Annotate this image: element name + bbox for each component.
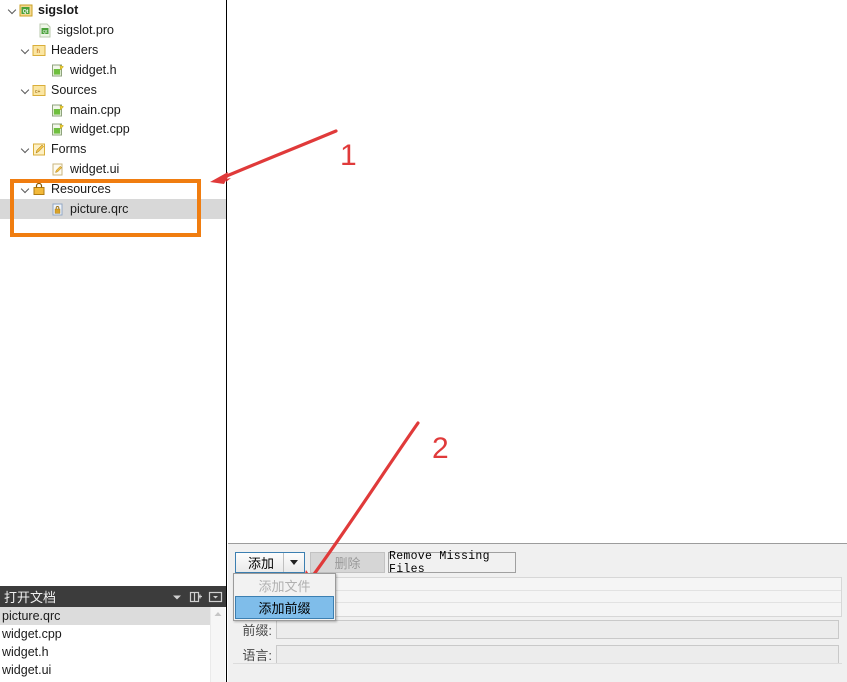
svg-text:Qt: Qt: [23, 9, 29, 15]
open-documents-scrollbar[interactable]: [210, 607, 225, 682]
tree-item-main-cpp[interactable]: main.cpp: [0, 100, 226, 120]
tree-item-headers[interactable]: h Headers: [0, 40, 226, 60]
qt-project-icon: Qt: [19, 3, 33, 18]
scroll-up-arrow-icon: [214, 612, 222, 616]
tree-item-sigslot[interactable]: Qt sigslot: [0, 0, 226, 20]
menu-item-add-prefix[interactable]: 添加前缀: [235, 596, 334, 619]
chevron-down-icon[interactable]: [6, 4, 19, 17]
menu-item-add-files: 添加文件: [258, 578, 311, 594]
resources-folder-icon: [32, 182, 46, 197]
resource-properties-form: 前缀: 语言:: [228, 618, 847, 668]
chevron-down-icon[interactable]: [19, 183, 32, 196]
svg-text:h: h: [37, 49, 40, 55]
headers-folder-icon: h: [32, 43, 46, 58]
split-pane-icon[interactable]: [188, 588, 205, 606]
add-button-label: 添加: [247, 556, 274, 571]
tree-item-picture-qrc[interactable]: picture.qrc: [0, 199, 226, 219]
chevron-down-icon[interactable]: [19, 143, 32, 156]
annotation-number-2: 2: [432, 432, 449, 465]
language-label: 语言:: [242, 647, 272, 663]
tree-item-label: Forms: [51, 141, 87, 156]
qt-pro-file-icon: Qt: [38, 23, 52, 38]
prefix-input[interactable]: [276, 619, 839, 639]
chevron-down-icon[interactable]: [284, 560, 304, 565]
tree-item-forms[interactable]: Forms: [0, 139, 226, 159]
resource-editor-bottom-strip: [233, 663, 842, 678]
editor-area: [228, 0, 847, 543]
delete-button: 删除: [310, 552, 385, 573]
tree-item-label: widget.ui: [70, 161, 120, 176]
open-documents-list[interactable]: picture.qrc widget.cpp widget.h widget.u…: [0, 607, 212, 682]
project-tree-panel[interactable]: Qt sigslot Qt sigslot.pro h Headers widg…: [0, 0, 227, 586]
tree-item-resources[interactable]: Resources: [0, 179, 226, 199]
cpp-file-icon: [51, 103, 65, 118]
tree-item-sigslot-pro[interactable]: Qt sigslot.pro: [0, 20, 226, 40]
tree-item-label: picture.qrc: [70, 201, 129, 216]
prefix-label: 前缀:: [242, 622, 272, 638]
svg-text:c+: c+: [35, 89, 41, 95]
resource-editor-toolbar: 添加 删除 Remove Missing Files: [228, 544, 847, 576]
open-documents-header: 打开文档: [0, 586, 226, 607]
tree-item-label: sigslot.pro: [57, 22, 114, 37]
cpp-file-icon: [51, 122, 65, 137]
tree-item-label: Resources: [51, 181, 111, 196]
tree-item-label: Sources: [51, 82, 97, 97]
list-item[interactable]: widget.cpp: [0, 625, 212, 643]
resource-editor-panel[interactable]: 添加 删除 Remove Missing Files 前缀: 语言: 添加文件 …: [228, 543, 847, 682]
add-button[interactable]: 添加: [235, 552, 305, 573]
tree-item-label: Headers: [51, 42, 99, 57]
list-item[interactable]: widget.ui: [0, 661, 212, 679]
tree-item-label: sigslot: [38, 2, 79, 17]
tree-item-widget-h[interactable]: widget.h: [0, 60, 226, 80]
tree-item-widget-ui[interactable]: widget.ui: [0, 159, 226, 179]
open-documents-title: 打开文档: [4, 590, 57, 605]
chevron-down-icon[interactable]: [19, 84, 32, 97]
ui-file-icon: [51, 162, 65, 177]
chevron-down-icon[interactable]: [19, 44, 32, 57]
annotation-number-1: 1: [340, 139, 357, 172]
prefix-row: 前缀:: [228, 618, 847, 640]
header-file-icon: [51, 63, 65, 78]
language-row: 语言:: [228, 643, 847, 665]
open-documents-panel[interactable]: 打开文档 picture.qrc widget.cpp widget.h wid…: [0, 586, 227, 682]
tree-item-label: widget.cpp: [70, 121, 130, 136]
close-dropdown-icon[interactable]: [207, 588, 224, 606]
tree-item-widget-cpp[interactable]: widget.cpp: [0, 119, 226, 139]
add-dropdown-menu[interactable]: 添加文件 添加前缀: [233, 573, 336, 621]
tree-item-label: widget.h: [70, 62, 117, 77]
tree-item-sources[interactable]: c+ Sources: [0, 80, 226, 100]
sources-folder-icon: c+: [32, 83, 46, 98]
language-input[interactable]: [276, 644, 839, 664]
list-item[interactable]: picture.qrc: [0, 607, 212, 625]
qrc-file-icon: [51, 202, 65, 217]
list-item[interactable]: widget.h: [0, 643, 212, 661]
remove-missing-files-button[interactable]: Remove Missing Files: [388, 550, 516, 576]
chevron-down-icon[interactable]: [169, 588, 186, 606]
tree-item-label: main.cpp: [70, 102, 121, 117]
forms-folder-icon: [32, 142, 46, 157]
svg-text:Qt: Qt: [43, 29, 49, 34]
